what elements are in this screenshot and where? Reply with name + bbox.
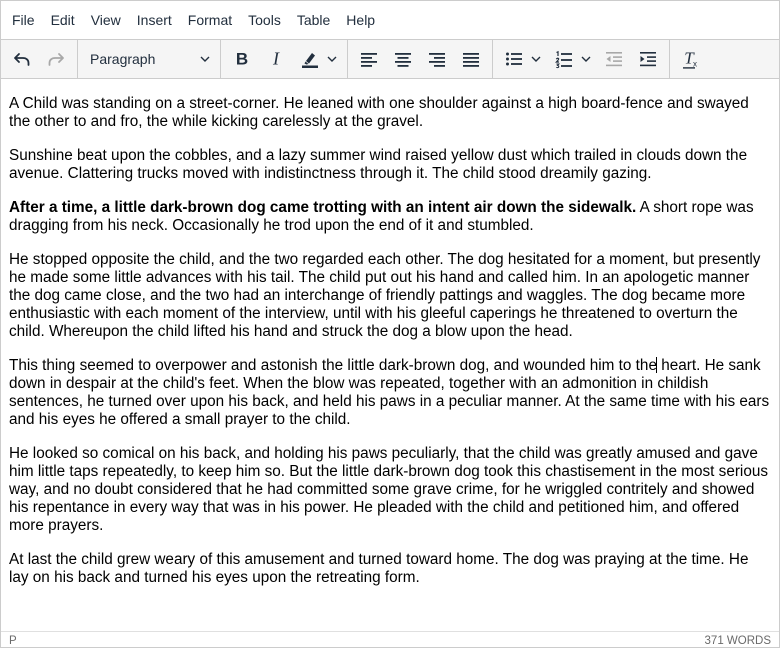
indent-button[interactable] xyxy=(631,44,665,74)
menu-format[interactable]: Format xyxy=(180,8,240,32)
svg-text:B: B xyxy=(236,50,248,69)
align-right-button[interactable] xyxy=(420,44,454,74)
menu-table[interactable]: Table xyxy=(289,8,338,32)
svg-text:x: x xyxy=(693,60,697,69)
justify-button[interactable] xyxy=(454,44,488,74)
list-group xyxy=(493,40,670,78)
rich-text-editor: File Edit View Insert Format Tools Table… xyxy=(0,0,780,648)
align-right-icon xyxy=(429,53,445,67)
align-left-icon xyxy=(361,53,377,67)
chevron-down-icon xyxy=(327,56,337,62)
paragraph: After a time, a little dark-brown dog ca… xyxy=(9,199,771,235)
outdent-button[interactable] xyxy=(597,44,631,74)
undo-button[interactable] xyxy=(5,44,39,74)
outdent-icon xyxy=(606,52,622,67)
justify-icon xyxy=(463,53,479,67)
paragraph: He stopped opposite the child, and the t… xyxy=(9,251,761,340)
undo-icon xyxy=(14,53,30,66)
paragraph: He looked so comical on his back, and ho… xyxy=(9,445,768,534)
clear-formatting-group: T x xyxy=(670,40,712,78)
block-format-group: Paragraph xyxy=(78,40,221,78)
paragraph: Sunshine beat upon the cobbles, and a la… xyxy=(9,147,748,182)
menu-edit[interactable]: Edit xyxy=(43,8,83,32)
bullet-list-icon xyxy=(506,52,522,66)
text-format-group: B I xyxy=(221,40,348,78)
redo-button[interactable] xyxy=(39,44,73,74)
alignment-group xyxy=(348,40,493,78)
svg-text:I: I xyxy=(272,49,280,69)
italic-icon: I xyxy=(272,49,280,69)
chevron-down-icon xyxy=(581,56,591,62)
paragraph: At last the child grew weary of this amu… xyxy=(9,551,749,586)
bold-text: After a time, a little dark-brown dog ca… xyxy=(9,199,637,216)
align-center-button[interactable] xyxy=(386,44,420,74)
menu-tools[interactable]: Tools xyxy=(240,8,289,32)
statusbar: P 371 WORDS xyxy=(1,631,779,648)
chevron-down-icon xyxy=(531,56,541,62)
bold-icon: B xyxy=(236,50,248,69)
word-count[interactable]: 371 WORDS xyxy=(705,635,771,647)
block-format-select[interactable]: Paragraph xyxy=(82,44,216,74)
highlight-color-button[interactable] xyxy=(293,44,343,74)
align-center-icon xyxy=(395,53,411,67)
toolbar: Paragraph B I T x xyxy=(1,39,779,79)
block-format-label: Paragraph xyxy=(90,51,156,67)
highlight-icon xyxy=(302,53,318,68)
indent-icon xyxy=(640,52,656,67)
menu-file[interactable]: File xyxy=(4,8,43,32)
chevron-down-icon xyxy=(200,56,210,62)
paragraph-text: This thing seemed to overpower and aston… xyxy=(9,357,657,374)
history-group xyxy=(1,40,78,78)
clear-formatting-icon: T x xyxy=(683,49,697,69)
bold-button[interactable]: B xyxy=(225,44,259,74)
italic-button[interactable]: I xyxy=(259,44,293,74)
menu-insert[interactable]: Insert xyxy=(129,8,180,32)
element-path[interactable]: P xyxy=(9,635,17,647)
menu-help[interactable]: Help xyxy=(338,8,383,32)
numbered-list-icon xyxy=(554,50,572,69)
menubar: File Edit View Insert Format Tools Table… xyxy=(1,1,779,39)
paragraph: This thing seemed to overpower and aston… xyxy=(9,357,771,429)
paragraph: A Child was standing on a street-corner.… xyxy=(9,95,749,130)
redo-icon xyxy=(48,53,64,66)
menu-view[interactable]: View xyxy=(83,8,129,32)
numbered-list-button[interactable] xyxy=(547,44,597,74)
bullet-list-button[interactable] xyxy=(497,44,547,74)
editor-content-area[interactable]: A Child was standing on a street-corner.… xyxy=(1,79,779,629)
clear-formatting-button[interactable]: T x xyxy=(674,44,708,74)
align-left-button[interactable] xyxy=(352,44,386,74)
